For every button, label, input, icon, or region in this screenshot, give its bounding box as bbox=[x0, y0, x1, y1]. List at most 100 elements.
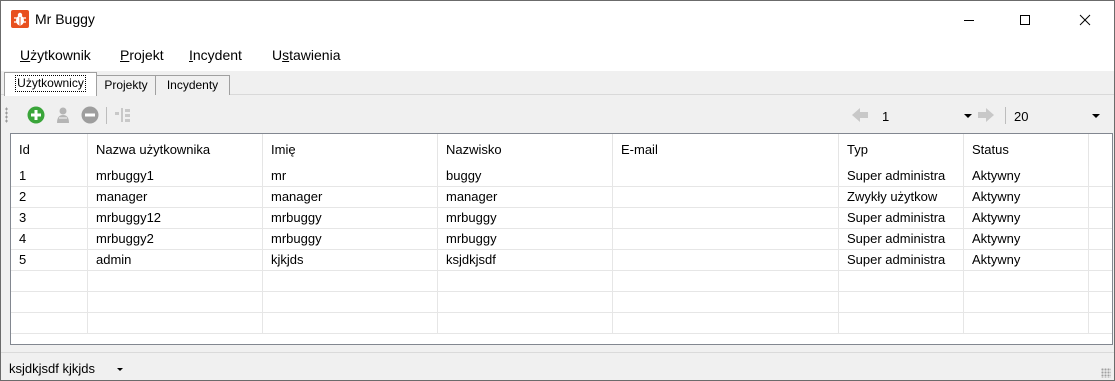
empty-cell bbox=[964, 313, 1089, 333]
column-header-last-name[interactable]: Nazwisko bbox=[438, 134, 613, 166]
empty-cell bbox=[263, 292, 438, 312]
page-value: 1 bbox=[882, 109, 890, 124]
empty-cell bbox=[263, 313, 438, 333]
menu-user-mnemonic: U bbox=[20, 47, 31, 63]
empty-cell bbox=[964, 292, 1089, 312]
tab-users-label: Użytkownicy bbox=[15, 75, 86, 92]
remove-icon[interactable] bbox=[81, 106, 99, 124]
cell-first-name: mrbuggy bbox=[263, 229, 438, 249]
arrow-right-icon[interactable] bbox=[977, 106, 995, 124]
empty-cell bbox=[11, 313, 88, 333]
cell-id: 1 bbox=[11, 166, 88, 186]
page-select[interactable]: 1 bbox=[882, 106, 972, 126]
menu-user[interactable]: Użytkownik bbox=[20, 47, 91, 63]
cell-id: 2 bbox=[11, 187, 88, 207]
columns-icon[interactable] bbox=[114, 106, 132, 124]
chevron-down-icon[interactable] bbox=[117, 368, 123, 371]
cell-email bbox=[613, 187, 839, 207]
edit-user-icon[interactable] bbox=[54, 106, 72, 124]
cell-type: Super administra bbox=[839, 208, 964, 228]
users-grid[interactable]: Id Nazwa użytkownika Imię Nazwisko E-mai… bbox=[10, 133, 1113, 345]
tab-users[interactable]: Użytkownicy bbox=[4, 72, 97, 96]
cell-username: mrbuggy2 bbox=[88, 229, 263, 249]
column-header-email[interactable]: E-mail bbox=[613, 134, 839, 166]
cell-last-name: manager bbox=[438, 187, 613, 207]
empty-cell bbox=[11, 271, 88, 291]
cell-type: Super administra bbox=[839, 229, 964, 249]
maximize-button[interactable] bbox=[1002, 1, 1048, 39]
close-button[interactable] bbox=[1062, 1, 1108, 39]
grid-header: Id Nazwa użytkownika Imię Nazwisko E-mai… bbox=[11, 134, 1112, 166]
column-header-status[interactable]: Status bbox=[964, 134, 1089, 166]
cell-type: Zwykły użytkow bbox=[839, 187, 964, 207]
status-bar: ksjdkjsdf kjkjds bbox=[1, 352, 1114, 380]
cell-first-name: mr bbox=[263, 166, 438, 186]
table-row[interactable]: 2 manager manager manager Zwykły użytkow… bbox=[11, 187, 1112, 208]
cell-id: 3 bbox=[11, 208, 88, 228]
cell-last-name: buggy bbox=[438, 166, 613, 186]
resize-grip[interactable] bbox=[1101, 368, 1111, 378]
table-row[interactable]: 1 mrbuggy1 mr buggy Super administra Akt… bbox=[11, 166, 1112, 187]
cell-id: 4 bbox=[11, 229, 88, 249]
cell-id: 5 bbox=[11, 250, 88, 270]
page-size-select[interactable]: 20 bbox=[1014, 106, 1100, 126]
empty-cell bbox=[263, 271, 438, 291]
menu-project[interactable]: Projekt bbox=[120, 47, 164, 63]
menu-user-rest: żytkownik bbox=[30, 47, 91, 63]
menu-project-mnemonic: P bbox=[120, 47, 130, 63]
minimize-button[interactable] bbox=[946, 1, 992, 39]
current-user-dropdown[interactable]: ksjdkjsdf kjkjds bbox=[9, 361, 95, 376]
table-row[interactable]: 4 mrbuggy2 mrbuggy mrbuggy Super adminis… bbox=[11, 229, 1112, 250]
cell-email bbox=[613, 229, 839, 249]
arrow-left-icon[interactable] bbox=[851, 106, 869, 124]
column-header-first-name[interactable]: Imię bbox=[263, 134, 438, 166]
cell-last-name: mrbuggy bbox=[438, 208, 613, 228]
empty-cell bbox=[839, 292, 964, 312]
empty-cell bbox=[839, 271, 964, 291]
window-title: Mr Buggy bbox=[35, 11, 95, 27]
cell-status: Aktywny bbox=[964, 250, 1089, 270]
menu-settings-first: U bbox=[272, 47, 283, 63]
empty-cell bbox=[964, 271, 1089, 291]
cell-username: manager bbox=[88, 187, 263, 207]
cell-status: Aktywny bbox=[964, 166, 1089, 186]
tab-incidents[interactable]: Incydenty bbox=[155, 75, 230, 95]
tab-projects-label: Projekty bbox=[104, 78, 148, 92]
empty-cell bbox=[88, 292, 263, 312]
empty-cell bbox=[88, 271, 263, 291]
bug-app-icon bbox=[11, 10, 29, 28]
toolbar-separator-2 bbox=[1005, 107, 1006, 124]
toolbar: 1 20 bbox=[1, 97, 1114, 133]
table-row[interactable]: 3 mrbuggy12 mrbuggy mrbuggy Super admini… bbox=[11, 208, 1112, 229]
tab-incidents-label: Incydenty bbox=[166, 78, 219, 92]
empty-cell bbox=[438, 292, 613, 312]
cell-status: Aktywny bbox=[964, 229, 1089, 249]
cell-first-name: kjkjds bbox=[263, 250, 438, 270]
menu-settings[interactable]: Ustawienia bbox=[272, 47, 341, 63]
table-row[interactable]: 5 admin kjkjds ksjdkjsdf Super administr… bbox=[11, 250, 1112, 271]
column-header-type[interactable]: Typ bbox=[839, 134, 964, 166]
add-icon[interactable] bbox=[27, 106, 45, 124]
tab-projects[interactable]: Projekty bbox=[95, 75, 157, 95]
cell-username: mrbuggy12 bbox=[88, 208, 263, 228]
menu-incident[interactable]: Incydent bbox=[189, 47, 242, 63]
close-icon bbox=[1079, 14, 1091, 26]
minimize-icon bbox=[964, 20, 974, 21]
cell-email bbox=[613, 250, 839, 270]
empty-row bbox=[11, 313, 1112, 334]
cell-last-name: ksjdkjsdf bbox=[438, 250, 613, 270]
menu-incident-rest: ncydent bbox=[192, 47, 242, 63]
empty-cell bbox=[11, 292, 88, 312]
column-header-username[interactable]: Nazwa użytkownika bbox=[88, 134, 263, 166]
empty-cell bbox=[613, 271, 839, 291]
tab-strip: Użytkownicy Projekty Incydenty bbox=[1, 71, 1114, 96]
chevron-down-icon bbox=[964, 114, 972, 118]
cell-email bbox=[613, 208, 839, 228]
empty-cell bbox=[613, 313, 839, 333]
title-bar[interactable]: Mr Buggy bbox=[1, 1, 1114, 39]
cell-type: Super administra bbox=[839, 250, 964, 270]
toolbar-grip[interactable] bbox=[5, 107, 8, 123]
cell-username: mrbuggy1 bbox=[88, 166, 263, 186]
column-header-id[interactable]: Id bbox=[11, 134, 88, 166]
cell-first-name: mrbuggy bbox=[263, 208, 438, 228]
